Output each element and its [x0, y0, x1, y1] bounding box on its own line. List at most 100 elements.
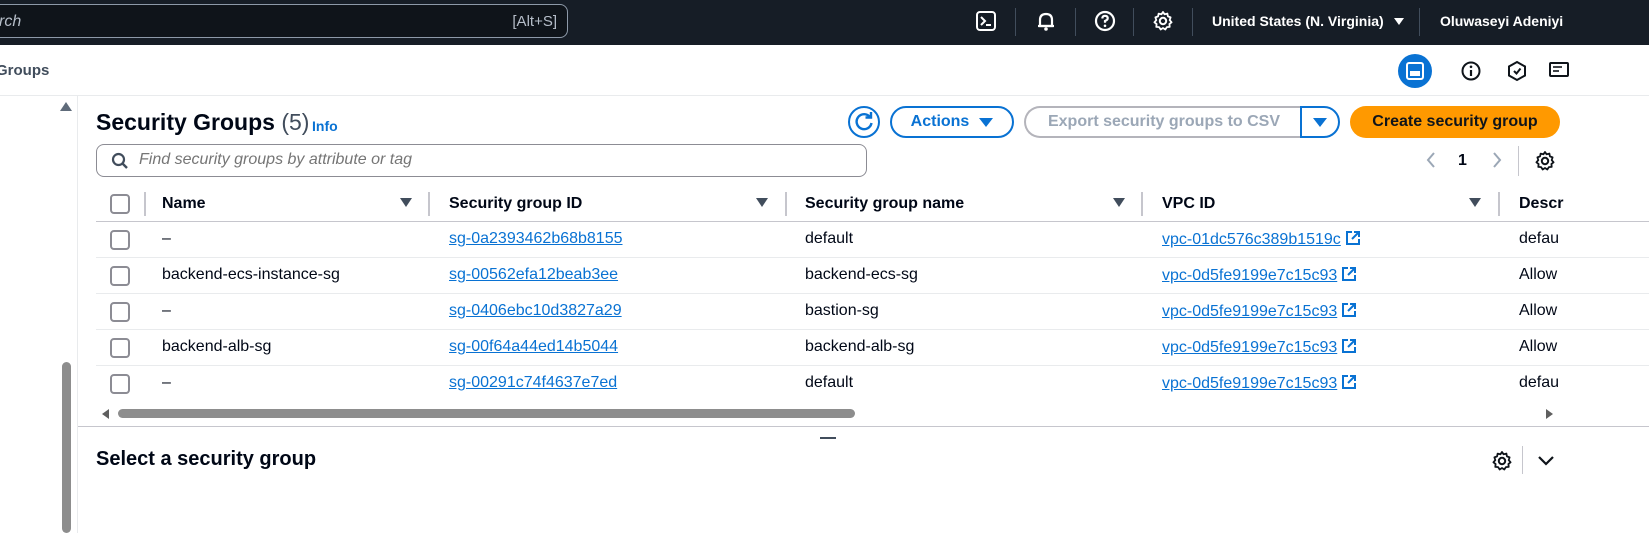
scroll-up-arrow[interactable] — [60, 102, 72, 111]
cell-vpc-id[interactable]: vpc-0d5fe9199e7c15c93 — [1162, 302, 1357, 321]
column-divider — [1498, 192, 1500, 216]
sort-icon[interactable] — [400, 198, 412, 207]
nav-divider — [1015, 8, 1016, 36]
caret-down-icon — [1313, 117, 1327, 127]
actions-button[interactable]: Actions — [890, 106, 1014, 138]
cell-vpc-id[interactable]: vpc-01dc576c389b1519c — [1162, 230, 1361, 249]
split-panel-button[interactable] — [1398, 54, 1432, 88]
split-panel-title: Select a security group — [96, 448, 317, 470]
vpc-link[interactable]: vpc-0d5fe9199e7c15c93 — [1162, 267, 1337, 284]
scroll-left-arrow[interactable] — [102, 409, 109, 419]
column-header-security-group-id[interactable]: Security group ID — [449, 195, 582, 213]
row-checkbox[interactable] — [110, 338, 130, 358]
region-selector[interactable]: United States (N. Virginia) — [1212, 13, 1404, 29]
gear-icon[interactable] — [1151, 9, 1177, 35]
global-search[interactable]: rch [Alt+S] — [0, 4, 568, 38]
cell-security-group-id[interactable]: sg-00f64a44ed14b5044 — [449, 338, 618, 356]
account-menu[interactable]: Oluwaseyi Adeniyi — [1440, 13, 1563, 29]
external-link-icon — [1342, 267, 1357, 281]
vertical-scrollbar[interactable] — [62, 362, 71, 533]
search-shortcut: [Alt+S] — [512, 13, 557, 30]
cell-vpc-id[interactable]: vpc-0d5fe9199e7c15c93 — [1162, 338, 1357, 357]
external-link-icon — [1342, 375, 1357, 389]
split-panel-resize-handle[interactable] — [820, 437, 836, 439]
search-placeholder: rch — [0, 13, 22, 30]
row-checkbox[interactable] — [110, 266, 130, 286]
column-divider — [428, 192, 430, 216]
column-header-description[interactable]: Descr — [1519, 195, 1563, 213]
column-header-name[interactable]: Name — [162, 195, 206, 213]
sort-icon[interactable] — [756, 198, 768, 207]
sort-icon[interactable] — [1469, 198, 1481, 207]
cell-name: – — [162, 302, 171, 319]
chevron-down-icon[interactable] — [1536, 451, 1556, 471]
cell-security-group-id[interactable]: sg-0406ebc10d3827a29 — [449, 302, 622, 320]
row-checkbox[interactable] — [110, 374, 130, 394]
top-navigation: rch [Alt+S] United States (N. Virginia) … — [0, 0, 1649, 45]
cloudshell-icon[interactable] — [974, 9, 1000, 35]
table-row[interactable]: – sg-00291c74f4637e7ed default vpc-0d5fe… — [96, 366, 1649, 402]
cell-security-group-name: default — [805, 374, 854, 391]
split-panel-divider — [78, 426, 1649, 427]
refresh-button[interactable] — [848, 106, 880, 138]
nav-divider — [1133, 8, 1134, 36]
info-link[interactable]: Info — [312, 118, 338, 134]
vpc-link[interactable]: vpc-0d5fe9199e7c15c93 — [1162, 303, 1337, 320]
export-csv-button[interactable]: Export security groups to CSV — [1024, 106, 1302, 138]
search-icon — [111, 152, 128, 169]
table-header: Name Security group ID Security group na… — [96, 186, 1649, 222]
split-panel-icon — [1406, 62, 1424, 80]
feedback-icon — [1549, 62, 1569, 77]
region-label: United States (N. Virginia) — [1212, 13, 1384, 29]
split-panel-gear-icon[interactable] — [1490, 449, 1514, 473]
row-checkbox[interactable] — [110, 302, 130, 322]
table-row[interactable]: – sg-0406ebc10d3827a29 bastion-sg vpc-0d… — [96, 294, 1649, 330]
select-all-checkbox[interactable] — [110, 194, 130, 214]
horizontal-scrollbar[interactable] — [96, 404, 1649, 424]
cell-description: Allow — [1519, 266, 1558, 283]
vpc-link[interactable]: vpc-0d5fe9199e7c15c93 — [1162, 375, 1337, 392]
filter-field[interactable] — [96, 144, 867, 177]
help-icon[interactable] — [1093, 9, 1119, 35]
cell-vpc-id[interactable]: vpc-0d5fe9199e7c15c93 — [1162, 374, 1357, 393]
cell-description: Allow — [1519, 338, 1558, 355]
filter-input[interactable] — [139, 151, 839, 169]
chevron-left-icon[interactable] — [1424, 150, 1438, 170]
cell-description: defau — [1519, 374, 1560, 391]
column-divider — [144, 192, 146, 216]
horizontal-scroll-thumb[interactable] — [118, 409, 855, 418]
sort-icon[interactable] — [1113, 198, 1125, 207]
page-title: Security Groups (5) — [96, 109, 309, 136]
scroll-right-arrow[interactable] — [1546, 409, 1553, 419]
vpc-link[interactable]: vpc-0d5fe9199e7c15c93 — [1162, 339, 1337, 356]
cell-security-group-id[interactable]: sg-0a2393462b68b8155 — [449, 230, 623, 248]
export-dropdown-button[interactable] — [1300, 106, 1340, 138]
cell-security-group-id[interactable]: sg-00291c74f4637e7ed — [449, 374, 617, 392]
chevron-right-icon[interactable] — [1490, 150, 1504, 170]
status-icon — [1508, 60, 1526, 82]
cell-security-group-id[interactable]: sg-00562efa12beab3ee — [449, 266, 618, 284]
column-divider — [785, 192, 787, 216]
create-security-group-button[interactable]: Create security group — [1350, 106, 1560, 138]
table-row[interactable]: backend-ecs-instance-sg sg-00562efa12bea… — [96, 258, 1649, 294]
status-button[interactable] — [1500, 54, 1534, 88]
page-number[interactable]: 1 — [1458, 152, 1467, 170]
column-header-security-group-name[interactable]: Security group name — [805, 195, 964, 213]
cell-security-group-name: default — [805, 230, 854, 247]
cell-vpc-id[interactable]: vpc-0d5fe9199e7c15c93 — [1162, 266, 1357, 285]
row-checkbox[interactable] — [110, 230, 130, 250]
column-divider — [1141, 192, 1143, 216]
table-row[interactable]: backend-alb-sg sg-00f64a44ed14b5044 back… — [96, 330, 1649, 366]
page-title-count: (5) — [281, 109, 310, 135]
table-preferences-gear-icon[interactable] — [1533, 149, 1557, 173]
cell-name: – — [162, 374, 171, 391]
nav-divider — [1192, 8, 1193, 36]
user-name: Oluwaseyi Adeniyi — [1440, 13, 1564, 29]
feedback-button[interactable] — [1542, 54, 1576, 88]
column-header-vpc-id[interactable]: VPC ID — [1162, 195, 1215, 213]
bell-icon[interactable] — [1034, 9, 1060, 35]
table-row[interactable]: – sg-0a2393462b68b8155 default vpc-01dc5… — [96, 222, 1649, 258]
info-panel-button[interactable] — [1454, 54, 1488, 88]
vpc-link[interactable]: vpc-01dc576c389b1519c — [1162, 231, 1341, 248]
external-link-icon — [1345, 231, 1360, 245]
